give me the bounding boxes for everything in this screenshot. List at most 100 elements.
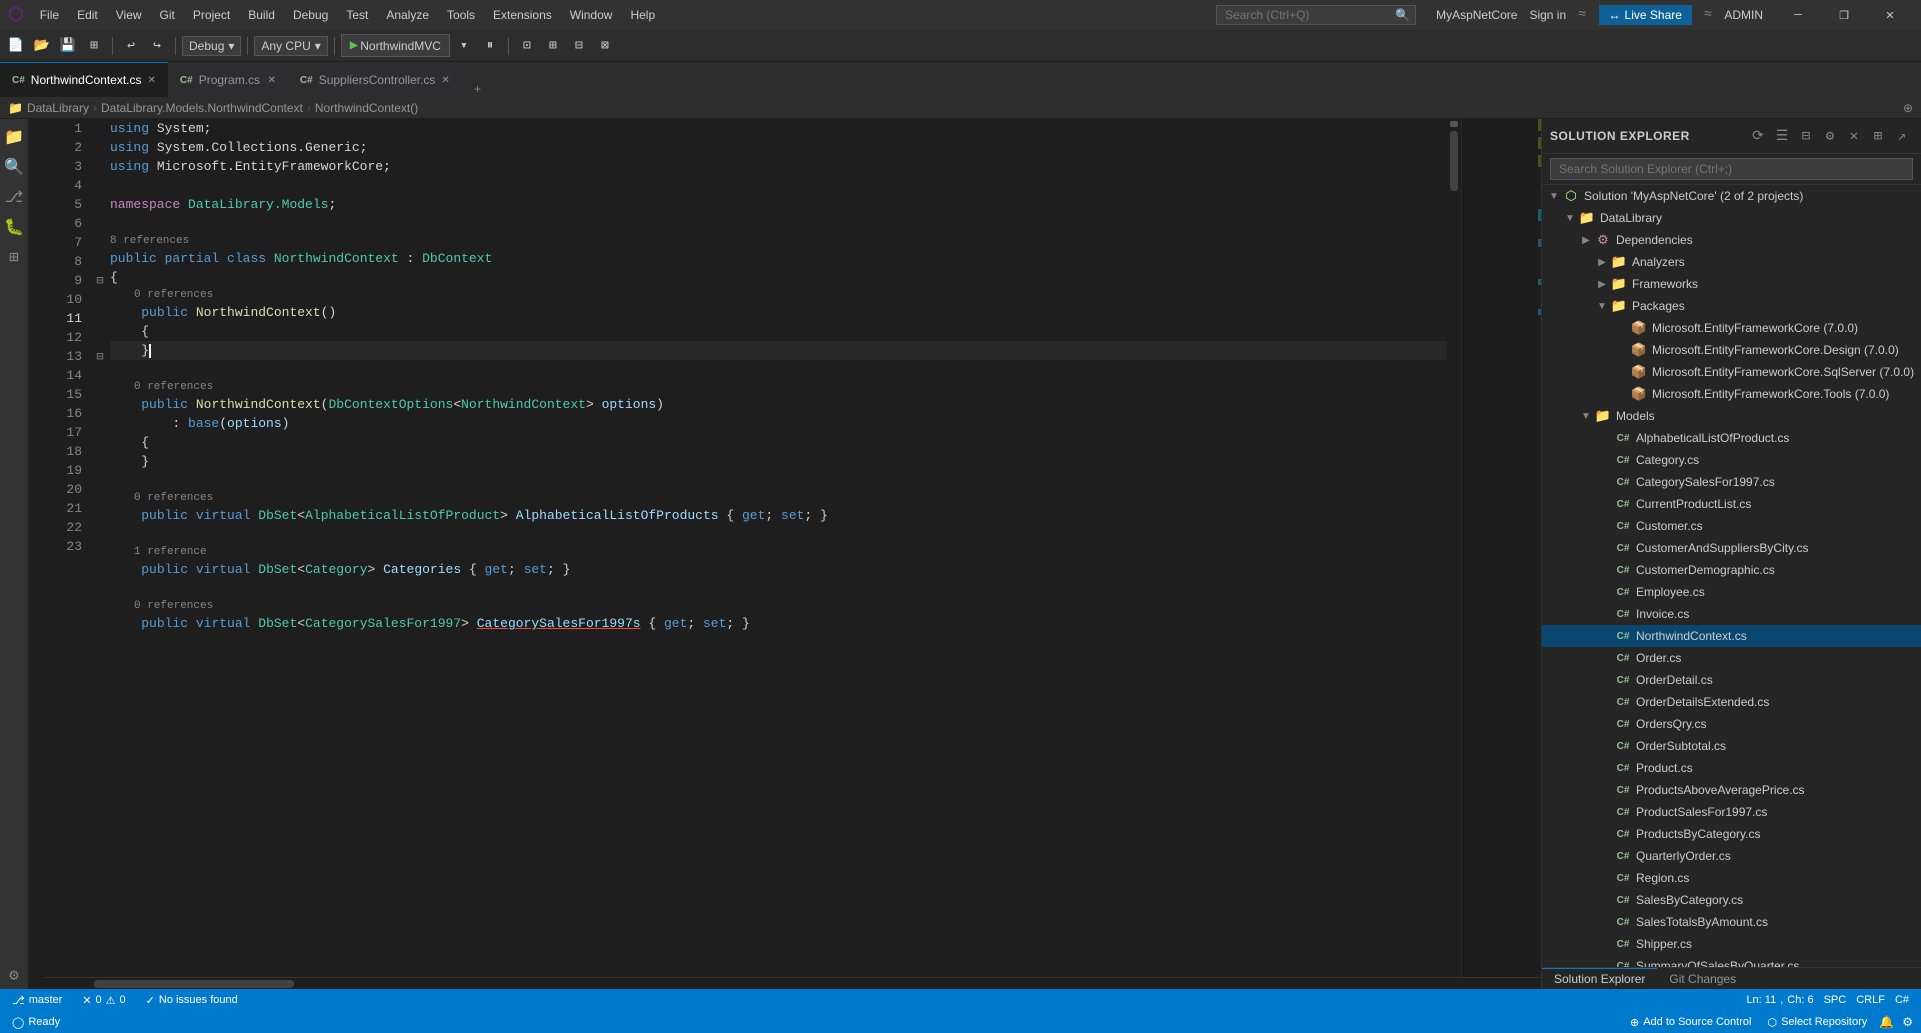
activity-explorer[interactable]: 📁	[0, 123, 28, 151]
tree-orderdetailsext[interactable]: C# OrderDetailsExtended.cs	[1542, 691, 1921, 713]
editor-area[interactable]: 1 2 3 4 5 6 7 8 9 10 11 12 13 14 15 16 1	[44, 119, 1541, 989]
tree-category[interactable]: C# Category.cs	[1542, 449, 1921, 471]
save-all-button[interactable]: ⊞	[82, 34, 106, 58]
breadcrumb-expand-icon[interactable]: ⊕	[1903, 101, 1913, 115]
tree-quarterlyorder[interactable]: C# QuarterlyOrder.cs	[1542, 845, 1921, 867]
tree-ordersqry[interactable]: C# OrdersQry.cs	[1542, 713, 1921, 735]
global-search[interactable]	[1216, 5, 1416, 25]
sol-dock-icon[interactable]: ⊞	[1867, 125, 1889, 147]
tab-program-close[interactable]: ✕	[268, 75, 276, 86]
breadcrumb-method[interactable]: NorthwindContext()	[315, 101, 418, 115]
menu-test[interactable]: Test	[338, 6, 376, 24]
status-git-branch[interactable]: ⎇ master	[8, 994, 66, 1007]
tree-frameworks[interactable]: ▶ 📁 Frameworks	[1542, 273, 1921, 295]
menu-project[interactable]: Project	[185, 6, 238, 24]
tab-supplierscontroller[interactable]: C# SuppliersController.cs ✕	[288, 62, 462, 97]
menu-help[interactable]: Help	[622, 6, 663, 24]
activity-git[interactable]: ⎇	[0, 183, 28, 211]
tree-datalibrary[interactable]: ▼ 📁 DataLibrary	[1542, 207, 1921, 229]
tree-shipper[interactable]: C# Shipper.cs	[1542, 933, 1921, 955]
tab-northwindcontext-close[interactable]: ✕	[148, 75, 156, 86]
activity-debug[interactable]: 🐛	[0, 213, 28, 241]
code-editor[interactable]: using System; using System.Collections.G…	[106, 119, 1447, 977]
maximize-button[interactable]: ❐	[1821, 0, 1867, 30]
sol-collapse-icon[interactable]: ⊟	[1795, 125, 1817, 147]
tree-efcore-sqlserver[interactable]: 📦 Microsoft.EntityFrameworkCore.SqlServe…	[1542, 361, 1921, 383]
pause-button[interactable]: ⏸	[478, 34, 502, 58]
new-project-button[interactable]: 📄	[4, 34, 28, 58]
menu-window[interactable]: Window	[562, 6, 621, 24]
tree-product[interactable]: C# Product.cs	[1542, 757, 1921, 779]
status-cursor[interactable]: Ln: 11 , Ch: 6	[1742, 994, 1817, 1006]
tree-productsales[interactable]: C# ProductSalesFor1997.cs	[1542, 801, 1921, 823]
tree-dependencies[interactable]: ▶ ⚙ Dependencies	[1542, 229, 1921, 251]
activity-settings[interactable]: ⚙	[0, 961, 28, 989]
tree-categorysales[interactable]: C# CategorySalesFor1997.cs	[1542, 471, 1921, 493]
tb-extra4[interactable]: ⊠	[593, 34, 617, 58]
tree-customerandsuppliers[interactable]: C# CustomerAndSuppliersByCity.cs	[1542, 537, 1921, 559]
platform-dropdown[interactable]: Any CPU ▾	[254, 36, 327, 56]
tree-models[interactable]: ▼ 📁 Models	[1542, 405, 1921, 427]
run-button[interactable]: ▶ NorthwindMVC	[341, 34, 450, 57]
tree-ordersubtotal[interactable]: C# OrderSubtotal.cs	[1542, 735, 1921, 757]
tree-region[interactable]: C# Region.cs	[1542, 867, 1921, 889]
menu-build[interactable]: Build	[240, 6, 283, 24]
status-errors[interactable]: ✕ 0 ⚠ 0	[78, 994, 129, 1007]
tree-summaryquarter[interactable]: C# SummaryOfSalesByQuarter.cs	[1542, 955, 1921, 967]
menu-tools[interactable]: Tools	[439, 6, 483, 24]
tree-productsbycategory[interactable]: C# ProductsByCategory.cs	[1542, 823, 1921, 845]
menu-file[interactable]: File	[32, 6, 67, 24]
bottom-tab-git-changes[interactable]: Git Changes	[1657, 968, 1748, 990]
tab-supplierscontroller-close[interactable]: ✕	[441, 75, 449, 86]
tree-salesbycategory[interactable]: C# SalesByCategory.cs	[1542, 889, 1921, 911]
tree-orderdetail[interactable]: C# OrderDetail.cs	[1542, 669, 1921, 691]
tree-packages[interactable]: ▼ 📁 Packages	[1542, 295, 1921, 317]
status-no-issues[interactable]: ✓ No issues found	[142, 994, 242, 1007]
activity-extensions[interactable]: ⊞	[0, 243, 28, 271]
status-language[interactable]: C#	[1891, 994, 1913, 1006]
open-button[interactable]: 📂	[30, 34, 54, 58]
undo-button[interactable]: ↩	[119, 34, 143, 58]
sign-in-button[interactable]: Sign in	[1529, 8, 1566, 22]
tb-extra2[interactable]: ⊞	[541, 34, 565, 58]
breadcrumb-namespace[interactable]: DataLibrary.Models.NorthwindContext	[101, 101, 303, 115]
tree-productsabove[interactable]: C# ProductsAboveAveragePrice.cs	[1542, 779, 1921, 801]
activity-search[interactable]: 🔍	[0, 153, 28, 181]
tree-order[interactable]: C# Order.cs	[1542, 647, 1921, 669]
tab-program[interactable]: C# Program.cs ✕	[168, 62, 288, 97]
close-button[interactable]: ✕	[1867, 0, 1913, 30]
breadcrumb-datalibrary[interactable]: DataLibrary	[27, 101, 89, 115]
add-to-source-control[interactable]: ⊕ Add to Source Control	[1626, 1016, 1755, 1029]
debug-mode-dropdown[interactable]: Debug ▾	[182, 36, 241, 56]
tree-salestotals[interactable]: C# SalesTotalsByAmount.cs	[1542, 911, 1921, 933]
bottom-tab-solution-explorer[interactable]: Solution Explorer	[1542, 968, 1657, 990]
tree-alphabetical[interactable]: C# AlphabeticalListOfProduct.cs	[1542, 427, 1921, 449]
new-tab-button[interactable]: +	[466, 83, 489, 97]
menu-git[interactable]: Git	[152, 6, 183, 24]
tree-customerdemographic[interactable]: C# CustomerDemographic.cs	[1542, 559, 1921, 581]
fold-9[interactable]: ⊟	[94, 271, 106, 290]
status-ready[interactable]: ◯ Ready	[8, 1016, 64, 1029]
tree-efcore-tools[interactable]: 📦 Microsoft.EntityFrameworkCore.Tools (7…	[1542, 383, 1921, 405]
menu-view[interactable]: View	[108, 6, 150, 24]
breakpoint-area-1[interactable]	[28, 119, 44, 138]
h-scroll-thumb[interactable]	[94, 980, 294, 988]
minimize-button[interactable]: ─	[1775, 0, 1821, 30]
select-repository[interactable]: ⬡ Select Repository	[1763, 1016, 1871, 1029]
sol-filter-icon[interactable]: ☰	[1771, 125, 1793, 147]
tree-invoice[interactable]: C# Invoice.cs	[1542, 603, 1921, 625]
sol-expand-icon[interactable]: ↗	[1891, 125, 1913, 147]
tab-northwindcontext[interactable]: C# NorthwindContext.cs ✕	[0, 62, 168, 97]
vertical-scrollbar[interactable]	[1447, 119, 1461, 977]
scroll-up-arrow[interactable]	[1450, 121, 1458, 127]
fold-13[interactable]: ⊟	[94, 347, 106, 366]
solution-search-input[interactable]	[1550, 158, 1913, 180]
tree-employee[interactable]: C# Employee.cs	[1542, 581, 1921, 603]
tree-currentproduct[interactable]: C# CurrentProductList.cs	[1542, 493, 1921, 515]
tree-analyzers[interactable]: ▶ 📁 Analyzers	[1542, 251, 1921, 273]
status-line-ending[interactable]: CRLF	[1852, 994, 1889, 1006]
tb-extra3[interactable]: ⊟	[567, 34, 591, 58]
menu-debug[interactable]: Debug	[285, 6, 336, 24]
menu-analyze[interactable]: Analyze	[378, 6, 437, 24]
redo-button[interactable]: ↪	[145, 34, 169, 58]
